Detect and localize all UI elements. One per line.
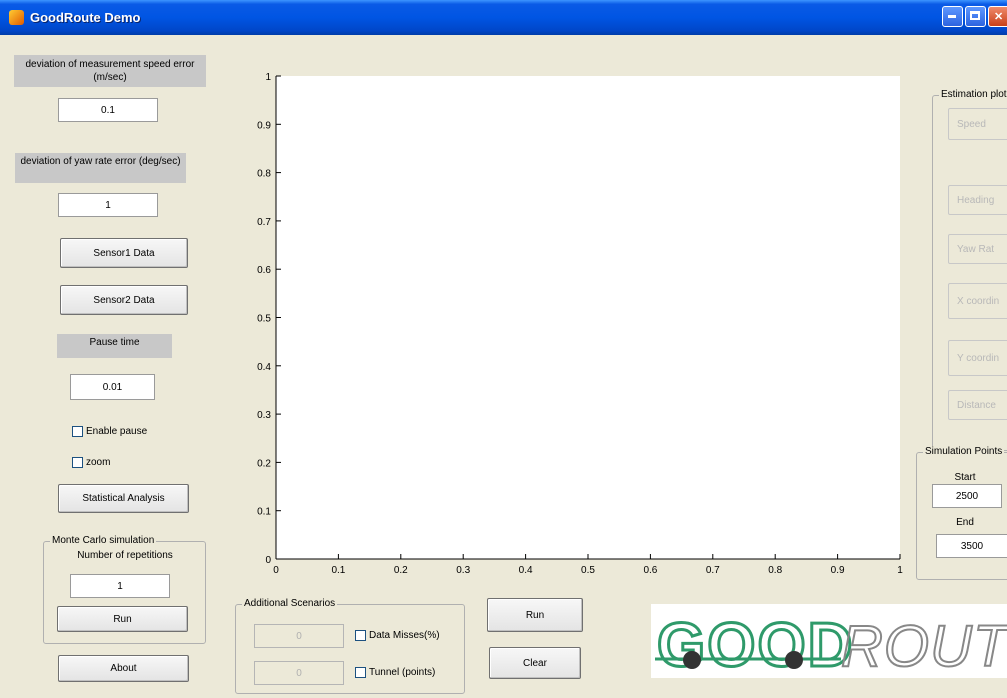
y-tick-label: 0.2 xyxy=(257,458,271,469)
logo-text-good: GOOD xyxy=(657,611,854,678)
end-input[interactable] xyxy=(936,534,1007,558)
logo-text-route: ROUTE xyxy=(841,614,1007,678)
x-tick-label: 0 xyxy=(273,565,279,576)
x-tick-label: 1 xyxy=(897,565,903,576)
y-tick-label: 0.1 xyxy=(257,507,271,518)
data-misses-label: Data Misses(%) xyxy=(369,630,440,641)
x-tick-label: 0.2 xyxy=(394,565,408,576)
estimation-button-x-coordin[interactable]: X coordin xyxy=(948,283,1007,319)
end-label: End xyxy=(956,517,974,528)
checkbox-icon xyxy=(355,630,366,641)
x-tick-label: 0.3 xyxy=(456,565,470,576)
run-button[interactable]: Run xyxy=(487,598,583,632)
data-misses-input[interactable] xyxy=(254,624,344,648)
tunnel-input[interactable] xyxy=(254,661,344,685)
y-tick-label: 1 xyxy=(265,72,271,83)
checkbox-icon xyxy=(355,667,366,678)
x-tick-label: 0.9 xyxy=(831,565,845,576)
additional-scenarios-title: Additional Scenarios xyxy=(242,598,338,609)
estimation-button-yaw-rat[interactable]: Yaw Rat xyxy=(948,234,1007,264)
y-tick-label: 0.7 xyxy=(257,217,271,228)
y-tick-label: 0.6 xyxy=(257,265,271,276)
start-input[interactable] xyxy=(932,484,1002,508)
estimation-button-y-coordin[interactable]: Y coordin xyxy=(948,340,1007,376)
y-tick-label: 0.5 xyxy=(257,314,271,325)
estimation-plots-title: Estimation plot xyxy=(939,89,1007,100)
x-tick-label: 0.1 xyxy=(331,565,345,576)
x-tick-label: 0.4 xyxy=(519,565,533,576)
x-tick-label: 0.6 xyxy=(643,565,657,576)
goodroute-logo: GOOD ROUTE xyxy=(651,604,1007,678)
y-tick-label: 0.8 xyxy=(257,169,271,180)
y-tick-label: 0 xyxy=(265,555,271,566)
y-tick-label: 0.3 xyxy=(257,410,271,421)
y-tick-label: 0.4 xyxy=(257,362,271,373)
x-tick-label: 0.7 xyxy=(706,565,720,576)
plot-axes: 0 0.1 0.2 0.3 0.4 0.5 0.6 0.7 0.8 0.9 1 0 0.1 0.2 0.3 0… xyxy=(257,72,903,576)
x-tick-label: 0.8 xyxy=(768,565,782,576)
y-tick-label: 0.9 xyxy=(257,120,271,131)
start-label: Start xyxy=(954,472,976,483)
estimation-button-distance[interactable]: Distance xyxy=(948,390,1007,420)
logo-wheel-icon xyxy=(683,651,701,669)
logo-wheel-icon xyxy=(785,651,803,669)
estimation-button-heading[interactable]: Heading xyxy=(948,185,1007,215)
tunnel-checkbox[interactable]: Tunnel (points) xyxy=(355,667,435,678)
x-tick-label: 0.5 xyxy=(581,565,595,576)
data-misses-checkbox[interactable]: Data Misses(%) xyxy=(355,630,440,641)
simulation-points-title: Simulation Points xyxy=(923,446,1005,457)
clear-button[interactable]: Clear xyxy=(489,647,581,679)
tunnel-label: Tunnel (points) xyxy=(369,667,436,678)
plot-area xyxy=(276,76,900,559)
estimation-button-speed[interactable]: Speed xyxy=(948,108,1007,140)
